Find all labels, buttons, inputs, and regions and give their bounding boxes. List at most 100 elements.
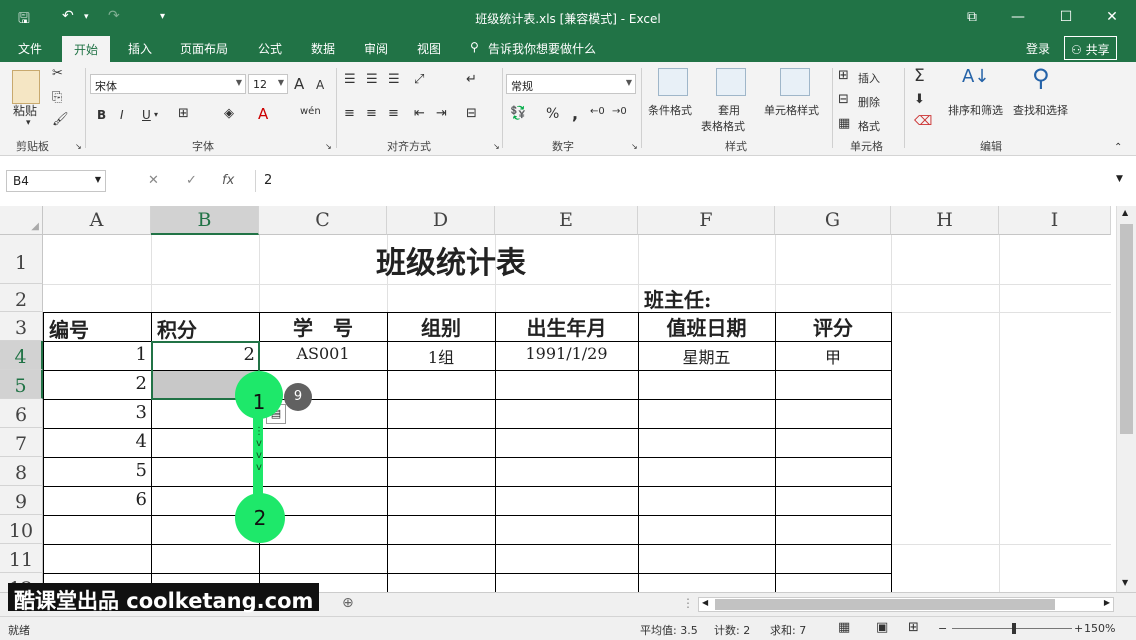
formula-input[interactable]: 2	[255, 170, 1130, 192]
conditional-format-button[interactable]: 条件格式	[648, 102, 692, 118]
cell-a7[interactable]: 4	[43, 431, 147, 452]
paste-button[interactable]: 粘贴	[13, 102, 37, 119]
average-status[interactable]: 平均值: 3.5	[640, 622, 698, 638]
column-header-h[interactable]: H	[891, 206, 999, 235]
autosum-icon[interactable]: Σ	[914, 66, 925, 86]
orientation-icon[interactable]: ⤢	[414, 72, 424, 87]
tab-insert[interactable]: 插入	[128, 40, 152, 57]
font-launcher-icon[interactable]: ↘	[325, 142, 332, 151]
sheet-title[interactable]: 班级统计表	[376, 238, 526, 282]
format-as-table-icon[interactable]	[716, 68, 746, 96]
comma-button[interactable]: ,	[572, 104, 578, 123]
align-center-icon[interactable]: ≡	[366, 106, 377, 121]
row-header-2[interactable]: 2	[0, 284, 43, 312]
cut-icon[interactable]: ✂	[52, 66, 63, 81]
header-cell-student-no[interactable]: 学 号	[259, 312, 387, 341]
row-header-10[interactable]: 10	[0, 515, 43, 544]
scroll-options-icon[interactable]: ⋮	[682, 596, 694, 610]
ribbon-display-icon[interactable]: ⧉	[960, 6, 984, 28]
paste-icon[interactable]	[12, 70, 40, 104]
conditional-format-icon[interactable]	[658, 68, 688, 96]
row-header-4[interactable]: 4	[0, 341, 43, 370]
zoom-level[interactable]: 150%	[1084, 622, 1115, 635]
tab-view[interactable]: 视图	[417, 40, 441, 57]
scroll-up-icon[interactable]: ▲	[1122, 208, 1128, 217]
header-cell-score[interactable]: 积分	[157, 314, 197, 343]
grow-font-button[interactable]: A	[294, 75, 304, 93]
h-scroll-thumb[interactable]	[715, 599, 1055, 610]
cell-a6[interactable]: 3	[43, 402, 147, 423]
cancel-icon[interactable]: ✕	[148, 173, 159, 188]
delete-cells-icon[interactable]: ⊟	[838, 92, 849, 107]
number-launcher-icon[interactable]: ↘	[631, 142, 638, 151]
clear-icon[interactable]: ⌫	[914, 114, 932, 129]
align-right-icon[interactable]: ≡	[388, 106, 399, 121]
fill-color-icon[interactable]: ◈	[224, 106, 234, 121]
cell-styles-button[interactable]: 单元格样式	[764, 102, 819, 118]
name-box[interactable]: B4 ▼	[6, 170, 106, 192]
sort-filter-icon[interactable]: A↓	[962, 66, 989, 87]
zoom-in-icon[interactable]: +	[1074, 622, 1083, 635]
vertical-scrollbar[interactable]: ▲ ▼	[1116, 206, 1136, 592]
bold-button[interactable]: B	[97, 108, 106, 122]
horizontal-scrollbar[interactable]: ◀ ▶	[698, 597, 1114, 612]
cell-g4[interactable]: 甲	[775, 344, 891, 368]
cell-styles-icon[interactable]	[780, 68, 810, 96]
underline-dropdown-icon[interactable]: ▾	[154, 110, 158, 119]
tab-review[interactable]: 审阅	[364, 40, 388, 57]
maximize-button[interactable]: ☐	[1054, 6, 1078, 28]
find-icon[interactable]: ⚲	[1032, 64, 1050, 92]
scroll-left-icon[interactable]: ◀	[702, 598, 708, 607]
insert-cells-button[interactable]: 插入	[858, 70, 880, 86]
scroll-down-icon[interactable]: ▼	[1122, 578, 1128, 587]
borders-icon[interactable]: ⊞	[178, 106, 189, 121]
font-size-select[interactable]: 12 ▼	[248, 74, 288, 94]
enter-icon[interactable]: ✓	[186, 173, 197, 188]
sum-status[interactable]: 求和: 7	[770, 622, 806, 638]
insert-cells-icon[interactable]: ⊞	[838, 68, 849, 83]
fill-icon[interactable]: ⬇	[914, 92, 925, 107]
merge-center-icon[interactable]: ⊟	[466, 106, 477, 121]
copy-icon[interactable]: ⎘	[52, 90, 62, 105]
cell-f4[interactable]: 星期五	[638, 344, 775, 368]
cell-d4[interactable]: 1组	[387, 344, 495, 368]
sort-filter-button[interactable]: 排序和筛选	[948, 102, 1003, 118]
align-top-icon[interactable]: ☰	[344, 72, 356, 87]
shrink-font-button[interactable]: A	[316, 78, 324, 92]
cell-a4[interactable]: 1	[43, 344, 147, 365]
underline-button[interactable]: U	[142, 108, 151, 122]
wrap-text-icon[interactable]: ↵	[466, 72, 477, 87]
column-header-i[interactable]: I	[999, 206, 1111, 235]
row-header-1[interactable]: 1	[0, 235, 43, 284]
expand-formula-icon[interactable]: ▼	[1116, 174, 1123, 184]
increase-decimal-icon[interactable]: ←0	[590, 106, 605, 117]
login-link[interactable]: 登录	[1026, 40, 1050, 57]
header-cell-rating[interactable]: 评分	[775, 312, 891, 341]
row-header-3[interactable]: 3	[0, 312, 43, 341]
font-color-icon[interactable]: A	[258, 105, 268, 123]
tell-me-box[interactable]: 告诉我你想要做什么	[488, 40, 596, 57]
header-cell-id[interactable]: 编号	[49, 314, 89, 343]
format-as-table-button[interactable]: 套用	[718, 102, 740, 118]
format-cells-icon[interactable]: ▦	[838, 116, 850, 131]
align-middle-icon[interactable]: ☰	[366, 72, 378, 87]
tab-file[interactable]: 文件	[18, 40, 42, 57]
row-header-8[interactable]: 8	[0, 457, 43, 486]
column-header-b[interactable]: B	[151, 206, 259, 235]
insert-function-icon[interactable]: fx	[222, 173, 234, 188]
column-header-f[interactable]: F	[638, 206, 775, 235]
column-header-g[interactable]: G	[775, 206, 891, 235]
accounting-format-icon[interactable]: 💱	[510, 106, 526, 121]
count-status[interactable]: 计数: 2	[714, 622, 750, 638]
cell-a8[interactable]: 5	[43, 460, 147, 481]
align-left-icon[interactable]: ≡	[344, 106, 355, 121]
minimize-button[interactable]: —	[1006, 6, 1030, 28]
row-header-7[interactable]: 7	[0, 428, 43, 457]
normal-view-icon[interactable]: ▦	[838, 620, 850, 635]
header-cell-duty-date[interactable]: 值班日期	[638, 312, 775, 341]
collapse-ribbon-icon[interactable]: ⌃	[1114, 142, 1122, 153]
tab-home[interactable]: 开始	[62, 36, 111, 62]
number-format-select[interactable]: 常规 ▼	[506, 74, 636, 94]
increase-indent-icon[interactable]: ⇥	[436, 106, 447, 121]
close-button[interactable]: ✕	[1100, 6, 1124, 28]
